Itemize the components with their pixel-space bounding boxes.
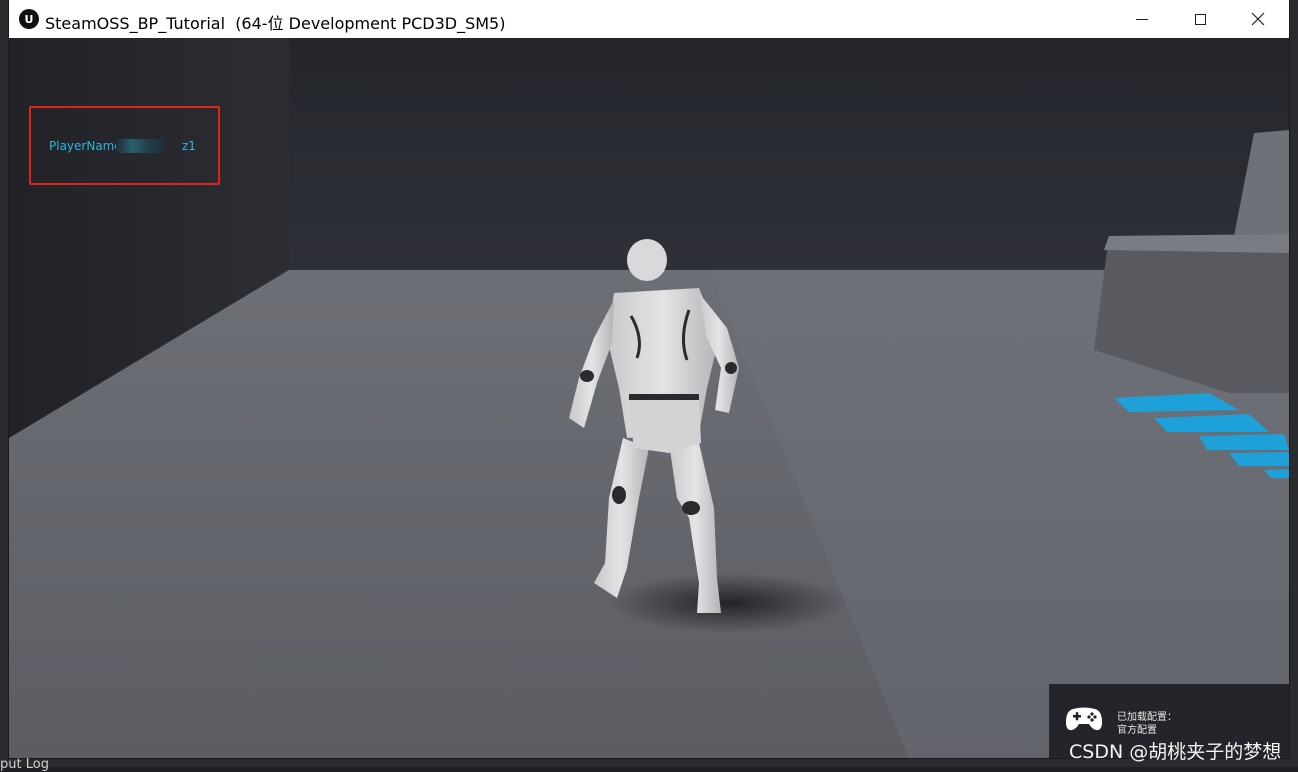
redacted-name-blur [116, 139, 164, 153]
close-button[interactable] [1229, 0, 1287, 38]
minimize-icon [1136, 18, 1148, 20]
close-icon [1251, 12, 1265, 26]
minimize-button[interactable] [1113, 0, 1171, 38]
output-log-tab-label[interactable]: put Log [0, 757, 49, 772]
maximize-button[interactable] [1171, 0, 1229, 38]
player-name-highlight-box: PlayerName:Gr z1 [29, 106, 220, 185]
title-bar[interactable]: U SteamOSS_BP_Tutorial (64-位 Development… [9, 0, 1289, 38]
notification-detail: 官方配置 [1117, 725, 1157, 736]
window-title: SteamOSS_BP_Tutorial (64-位 Development P… [45, 14, 506, 33]
game-viewport[interactable]: PlayerName:Gr z1 已加载配置： 官方配置 [9, 38, 1289, 758]
csdn-watermark: CSDN @胡桃夹子的梦想 [1069, 741, 1282, 763]
maximize-icon [1194, 13, 1206, 25]
gamepad-icon [1066, 707, 1102, 731]
unreal-engine-logo-icon: U [19, 9, 39, 29]
game-window: U SteamOSS_BP_Tutorial (64-位 Development… [9, 0, 1289, 758]
